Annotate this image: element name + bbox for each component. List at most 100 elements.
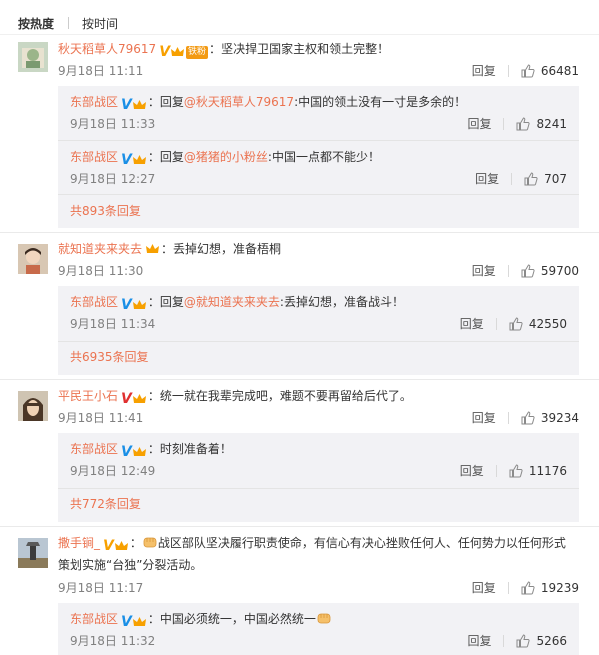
thumbs-up-icon bbox=[521, 581, 535, 595]
reply-button[interactable]: 回复 bbox=[472, 262, 496, 280]
username[interactable]: 东部战区 bbox=[70, 95, 118, 109]
sort-divider bbox=[68, 17, 70, 29]
action-divider bbox=[503, 635, 505, 647]
avatar[interactable] bbox=[18, 538, 48, 568]
timestamp: 9月18日 11:33 bbox=[70, 117, 156, 131]
verified-icon: V bbox=[103, 538, 114, 554]
thumbs-up-icon bbox=[516, 634, 531, 648]
vip-crown-icon bbox=[171, 47, 185, 56]
username[interactable]: 平民王小石 bbox=[58, 389, 118, 403]
reply-word: 回复 bbox=[159, 95, 184, 109]
reply-text: 时刻准备着！ bbox=[159, 442, 232, 456]
more-replies-link[interactable]: 共6935条回复 bbox=[70, 348, 149, 366]
reply-content: 东部战区 V ：回复@猪猪的小粉丝:中国一点都不能少！ bbox=[70, 150, 380, 168]
sort-by-hot-tab[interactable]: 按热度 bbox=[18, 15, 54, 32]
comment-text: 战区部队坚决履行职责使命，有信心有决心挫败任何人、任何势力以任何形式 bbox=[157, 536, 566, 550]
reply-meta: 9月18日 11:33 回复 8241 bbox=[70, 115, 567, 133]
user-badges: V bbox=[121, 153, 147, 167]
reply-text: 中国的领土没有一寸是多余的！ bbox=[298, 95, 467, 109]
action-divider bbox=[507, 65, 509, 77]
reply-button[interactable]: 回复 bbox=[475, 170, 499, 188]
like-count: 11176 bbox=[528, 464, 567, 478]
like-count: 707 bbox=[544, 172, 567, 186]
like-button[interactable]: 19239 bbox=[521, 579, 579, 597]
reply-button[interactable]: 回复 bbox=[460, 315, 484, 333]
timestamp: 9月18日 12:49 bbox=[70, 464, 156, 478]
comment-content: 平民王小石 V ：统一就在我辈完成吧，难题不要再留给后代了。 bbox=[58, 389, 412, 407]
username[interactable]: 就知道夹来夹去 bbox=[58, 242, 142, 256]
mention-link[interactable]: @秋天稻草人79617 bbox=[184, 95, 294, 109]
replies-box: 东部战区 V ：回复@就知道夹来夹去:丢掉幻想，准备战斗！ 9月18日 11:34 … bbox=[58, 286, 579, 375]
like-button[interactable]: 8241 bbox=[516, 115, 567, 133]
verified-icon: V bbox=[121, 614, 132, 630]
comment-content: 秋天稻草人79617 V 铁粉 ：坚决捍卫国家主权和领土完整！ bbox=[58, 42, 390, 60]
vip-crown-icon bbox=[132, 447, 146, 456]
more-replies-link[interactable]: 共893条回复 bbox=[70, 202, 141, 220]
reply-button[interactable]: 回复 bbox=[472, 579, 496, 597]
like-button[interactable]: 5266 bbox=[516, 632, 567, 650]
mention-link[interactable]: @就知道夹来夹去 bbox=[184, 295, 280, 309]
vip-crown-icon bbox=[132, 155, 146, 164]
like-button[interactable]: 59700 bbox=[521, 262, 579, 280]
comment-actions: 回复 19239 bbox=[472, 579, 579, 597]
username[interactable]: 东部战区 bbox=[70, 150, 118, 164]
verified-icon: V bbox=[121, 444, 132, 460]
username[interactable]: 东部战区 bbox=[70, 442, 118, 456]
timestamp: 9月18日 11:30 bbox=[58, 264, 144, 278]
more-replies-link[interactable]: 共772条回复 bbox=[70, 495, 141, 513]
action-divider bbox=[507, 582, 509, 594]
username[interactable]: 东部战区 bbox=[70, 295, 118, 309]
username[interactable]: 东部战区 bbox=[70, 612, 118, 626]
timestamp: 9月18日 11:41 bbox=[58, 411, 144, 425]
thumbs-up-icon bbox=[524, 172, 538, 186]
like-button[interactable]: 66481 bbox=[521, 62, 579, 80]
reply-button[interactable]: 回复 bbox=[472, 62, 496, 80]
reply-word: 回复 bbox=[159, 295, 184, 309]
reply-button[interactable]: 回复 bbox=[460, 462, 484, 480]
timestamp: 9月18日 11:17 bbox=[58, 581, 144, 595]
verified-icon: V bbox=[121, 97, 132, 113]
like-button[interactable]: 42550 bbox=[509, 315, 567, 333]
thumbs-up-icon bbox=[521, 411, 535, 425]
vip-crown-icon bbox=[114, 541, 128, 550]
replies-box: 东部战区 V ：回复@秋天稻草人79617:中国的领土没有一寸是多余的！ 9月18日… bbox=[58, 86, 579, 228]
action-divider bbox=[503, 118, 505, 130]
comment-text: 丢掉幻想，准备梧桐 bbox=[173, 242, 282, 256]
verified-icon: V bbox=[159, 44, 171, 60]
reply-divider bbox=[58, 140, 579, 141]
timestamp: 9月18日 11:34 bbox=[70, 317, 156, 331]
username[interactable]: 撒手锏_ bbox=[58, 536, 100, 550]
reply-button[interactable]: 回复 bbox=[467, 115, 491, 133]
verified-icon: V bbox=[121, 152, 132, 168]
reply-content: 东部战区 V ：时刻准备着！ bbox=[70, 442, 232, 460]
like-count: 39234 bbox=[540, 411, 579, 425]
user-badges: V bbox=[121, 298, 147, 312]
like-button[interactable]: 11176 bbox=[509, 462, 567, 480]
thumbs-up-icon bbox=[509, 317, 523, 331]
reply-meta: 9月18日 11:32 回复 5266 bbox=[70, 632, 567, 650]
action-divider bbox=[511, 173, 513, 185]
thumbs-up-icon bbox=[509, 464, 523, 478]
like-button[interactable]: 707 bbox=[524, 170, 567, 188]
timestamp: 9月18日 12:27 bbox=[70, 172, 156, 186]
avatar[interactable] bbox=[18, 244, 48, 274]
reply-button[interactable]: 回复 bbox=[467, 632, 491, 650]
avatar[interactable] bbox=[18, 391, 48, 421]
user-badges bbox=[145, 242, 160, 256]
reply-divider bbox=[58, 488, 579, 489]
verified-icon: V bbox=[121, 391, 132, 407]
mention-link[interactable]: @猪猪的小粉丝 bbox=[184, 150, 268, 164]
thumbs-up-icon bbox=[516, 117, 531, 131]
sort-by-time-tab[interactable]: 按时间 bbox=[82, 15, 118, 32]
avatar[interactable] bbox=[18, 42, 48, 72]
comment-divider bbox=[0, 379, 599, 380]
vip-crown-icon bbox=[132, 100, 146, 109]
like-count: 59700 bbox=[540, 264, 579, 278]
username[interactable]: 秋天稻草人79617 bbox=[58, 42, 156, 56]
like-button[interactable]: 39234 bbox=[521, 409, 579, 427]
replies-box: 东部战区 V ：时刻准备着！ 9月18日 12:49 回复 11176 共772条回… bbox=[58, 433, 579, 522]
reply-content: 东部战区 V ：回复@就知道夹来夹去:丢掉幻想，准备战斗！ bbox=[70, 295, 404, 313]
thumbs-up-icon bbox=[521, 264, 535, 278]
reply-button[interactable]: 回复 bbox=[472, 409, 496, 427]
vip-crown-icon bbox=[132, 394, 146, 403]
